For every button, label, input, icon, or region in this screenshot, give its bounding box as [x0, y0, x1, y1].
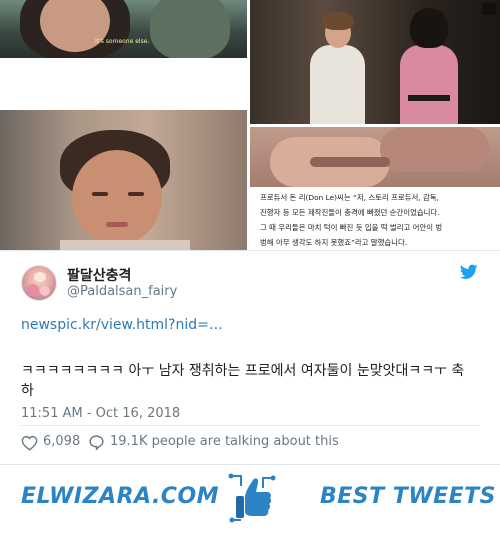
video-subtitle: It's someone else.	[95, 38, 150, 45]
tweet-timestamp[interactable]: 11:51 AM - Oct 16, 2018	[21, 406, 180, 421]
article-line: 프로듀서 돈 리(Don Le)씨는 “저, 스토리 프로듀서, 감독,	[260, 193, 439, 202]
avatar[interactable]	[21, 265, 57, 301]
photo-frame-1: It's someone else.	[0, 0, 247, 58]
article-excerpt: 프로듀서 돈 리(Don Le)씨는 “저, 스토리 프로듀서, 감독, 진행자…	[250, 187, 500, 250]
photo-frame-3	[250, 0, 500, 124]
reply-bubble-icon[interactable]	[88, 434, 105, 451]
thumbs-up-icon	[228, 473, 276, 523]
like-count[interactable]: 6,098	[43, 434, 80, 449]
user-handle[interactable]: @Paldalsan_fairy	[67, 284, 177, 299]
twitter-logo-icon[interactable]	[460, 264, 478, 280]
article-line: 진행자 등 모든 제작진들이 충격에 빠졌던 순간이었습니다.	[260, 208, 440, 217]
article-link[interactable]: newspic.kr/view.html?nid=…	[21, 317, 223, 333]
article-line: 그 때 우리들은 마치 턱이 빠진 듯 입을 떡 벌리고 어안이 벙	[260, 223, 443, 232]
photo-frame-2	[0, 110, 247, 250]
article-line: 벙해 아무 생각도 하지 못했죠”라고 말했습니다.	[260, 238, 408, 247]
divider	[21, 425, 479, 426]
media-collage[interactable]: It's someone else. 프로듀서 돈 리(Don Le)씨는 “저…	[0, 0, 500, 250]
heart-icon[interactable]	[21, 435, 38, 451]
best-tweets-text: BEST TWEETS	[320, 484, 496, 509]
conversation-count[interactable]: 19.1K people are talking about this	[110, 434, 339, 449]
display-name[interactable]: 팔달산충격	[67, 265, 131, 285]
tweet-text: ㅋㅋㅋㅋㅋㅋㅋㅋ 아ㅜ 남자 쟁취하는 프로에서 여자둘이 눈맞앗대ㅋㅋㅜ 축하	[21, 363, 465, 399]
brand-logo-text[interactable]: ELWIZARA.COM	[21, 484, 219, 509]
photo-frame-4	[250, 127, 500, 187]
